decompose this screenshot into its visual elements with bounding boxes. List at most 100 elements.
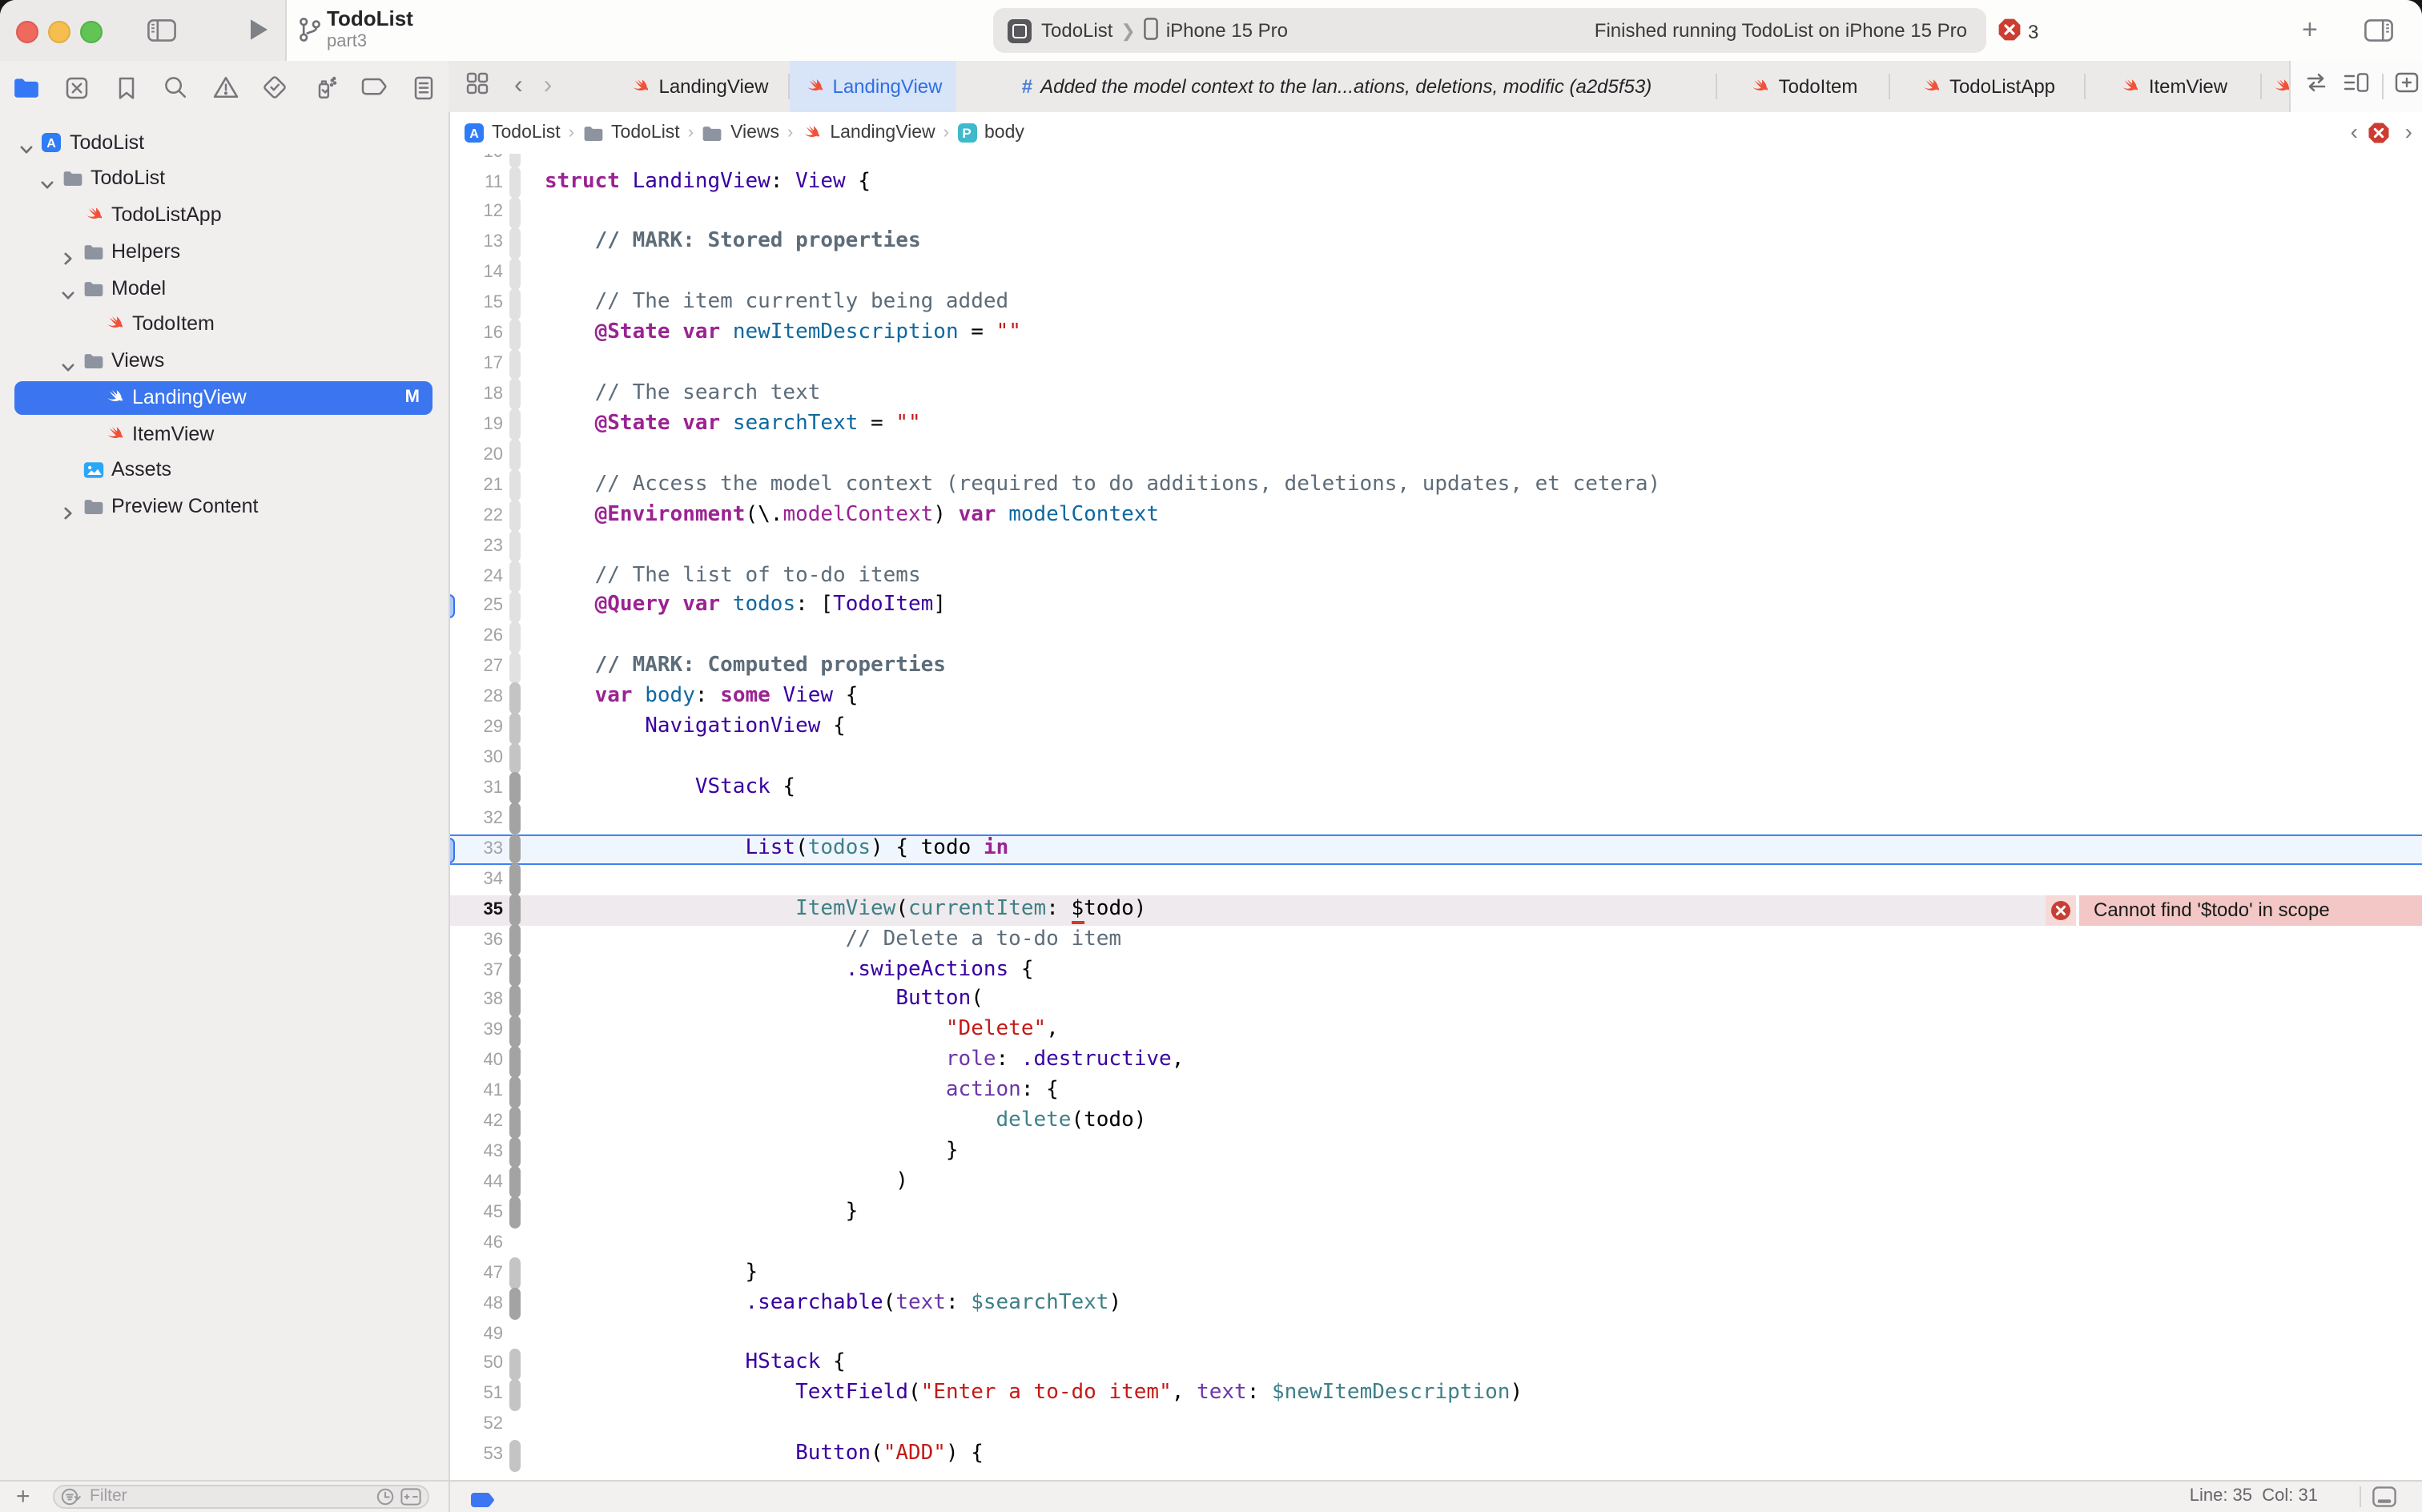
inline-error-annotation[interactable]: Cannot find '$todo' in scope <box>2076 895 2422 925</box>
code-line-40[interactable]: 40 role: .destructive, <box>450 1047 2422 1077</box>
code-line-52[interactable]: 52 <box>450 1410 2422 1441</box>
code-line-11[interactable]: 11struct LandingView: View { <box>450 167 2422 198</box>
code-line-48[interactable]: 48 .searchable(text: $searchText) <box>450 1289 2422 1319</box>
code-line-33[interactable]: 33 List(todos) { todo in <box>450 834 2422 865</box>
issue-icon[interactable] <box>2368 122 2390 152</box>
code-line-10[interactable]: 10 <box>450 154 2422 167</box>
code-line-31[interactable]: 31 VStack { <box>450 774 2422 804</box>
swap-editor-icon[interactable] <box>2303 72 2329 101</box>
code-line-32[interactable]: 32 <box>450 804 2422 834</box>
recent-filter-icon[interactable] <box>376 1488 394 1506</box>
toggle-inspector-icon[interactable] <box>2364 19 2393 50</box>
editor-options-icon[interactable] <box>2344 72 2369 101</box>
navigator-tab-issues[interactable] <box>211 74 239 101</box>
code-line-44[interactable]: 44 ) <box>450 1168 2422 1198</box>
code-line-51[interactable]: 51 TextField("Enter a to-do item", text:… <box>450 1380 2422 1410</box>
disclosure-down-icon[interactable] <box>40 172 54 187</box>
code-line-49[interactable]: 49 <box>450 1319 2422 1349</box>
breadcrumb-item-landingview[interactable]: LandingView <box>801 123 935 143</box>
sidebar-item-helpers[interactable]: Helpers <box>0 234 449 271</box>
go-back-button[interactable]: ‹ <box>514 75 523 98</box>
sidebar-item-itemview[interactable]: ItemView <box>0 416 449 452</box>
editor-tab-clipped[interactable] <box>2262 61 2291 112</box>
sidebar-item-model[interactable]: Model <box>0 270 449 307</box>
code-line-13[interactable]: 13 // MARK: Stored properties <box>450 228 2422 259</box>
code-line-34[interactable]: 34 <box>450 864 2422 895</box>
filter-input[interactable] <box>85 1487 376 1506</box>
code-line-16[interactable]: 16 @State var newItemDescription = "" <box>450 319 2422 349</box>
code-line-39[interactable]: 39 "Delete", <box>450 1016 2422 1047</box>
code-line-14[interactable]: 14 <box>450 259 2422 289</box>
error-count-badge[interactable]: 3 <box>1998 18 2038 46</box>
editor-tab-todoitem[interactable]: TodoItem <box>1717 61 1890 112</box>
inline-error-badge[interactable] <box>2046 895 2076 925</box>
code-line-23[interactable]: 23 <box>450 531 2422 561</box>
add-editor-icon[interactable] <box>2395 72 2419 101</box>
editor-tab-landingview[interactable]: LandingView <box>790 61 956 112</box>
code-line-29[interactable]: 29 NavigationView { <box>450 713 2422 743</box>
sidebar-item-todolistapp[interactable]: TodoListApp <box>0 197 449 234</box>
adjust-editor-icon[interactable] <box>2372 1486 2396 1512</box>
code-line-42[interactable]: 42 delete(todo) <box>450 1107 2422 1137</box>
editor-tab-todolistapp[interactable]: TodoListApp <box>1890 61 2086 112</box>
code-line-45[interactable]: 45 } <box>450 1198 2422 1228</box>
disclosure-down-icon[interactable] <box>19 135 34 150</box>
minimize-window-button[interactable] <box>48 21 70 43</box>
code-line-41[interactable]: 41 action: { <box>450 1076 2422 1107</box>
navigator-tab-reports[interactable] <box>410 74 437 101</box>
code-line-12[interactable]: 12 <box>450 198 2422 228</box>
go-forward-button[interactable]: › <box>544 75 553 98</box>
navigator-tab-bookmarks[interactable] <box>112 74 139 101</box>
code-line-20[interactable]: 20 <box>450 440 2422 471</box>
code-line-50[interactable]: 50 HStack { <box>450 1349 2422 1380</box>
breadcrumb-item-todolist[interactable]: ATodoList <box>465 123 561 143</box>
code-line-38[interactable]: 38 Button( <box>450 986 2422 1016</box>
code-line-46[interactable]: 46 <box>450 1228 2422 1259</box>
toggle-navigator-icon[interactable] <box>147 19 176 50</box>
run-destination[interactable]: iPhone 15 Pro <box>1166 19 1288 42</box>
breadcrumb-item-views[interactable]: Views <box>702 123 779 143</box>
disclosure-right-icon[interactable] <box>61 500 75 514</box>
code-line-47[interactable]: 47 } <box>450 1258 2422 1289</box>
filter-field[interactable] <box>53 1485 429 1508</box>
breadcrumb-item-todolist[interactable]: TodoList <box>582 123 680 143</box>
sidebar-item-views[interactable]: Views <box>0 343 449 380</box>
close-window-button[interactable] <box>16 21 38 43</box>
breadcrumb-item-body[interactable]: Pbody <box>957 123 1024 143</box>
code-line-37[interactable]: 37 .swipeActions { <box>450 955 2422 986</box>
code-line-30[interactable]: 30 <box>450 743 2422 774</box>
code-line-15[interactable]: 15 // The item currently being added <box>450 288 2422 319</box>
scheme-status-pill[interactable]: TodoList ❯ iPhone 15 Pro Finished runnin… <box>993 8 1986 53</box>
sidebar-item-todoitem[interactable]: TodoItem <box>0 307 449 344</box>
editor-tab-added-the-model-context-to-the[interactable]: #Added the model context to the lan...at… <box>956 61 1717 112</box>
sidebar-item-preview-content[interactable]: Preview Content <box>0 489 449 525</box>
navigator-tab-source-control[interactable] <box>62 74 90 101</box>
navigator-tab-find[interactable] <box>162 74 189 101</box>
code-line-25[interactable]: 25 @Query var todos: [TodoItem] <box>450 592 2422 622</box>
editor-tab-itemview[interactable]: ItemView <box>2086 61 2262 112</box>
sidebar-item-landingview[interactable]: LandingViewM <box>0 380 449 416</box>
run-button[interactable] <box>248 18 269 50</box>
sidebar-item-assets[interactable]: Assets <box>0 452 449 489</box>
scheme-name[interactable]: TodoList <box>1041 19 1112 42</box>
code-line-19[interactable]: 19 @State var searchText = "" <box>450 410 2422 440</box>
previous-issue-button[interactable]: ‹ <box>2351 122 2358 143</box>
navigator-tab-breakpoints[interactable] <box>360 74 388 101</box>
add-file-button[interactable]: + <box>16 1482 30 1512</box>
code-line-24[interactable]: 24 // The list of to-do items <box>450 561 2422 592</box>
scm-filter-icon[interactable] <box>400 1488 421 1506</box>
zoom-window-button[interactable] <box>80 21 103 43</box>
disclosure-down-icon[interactable] <box>61 354 75 368</box>
add-tab-button[interactable]: + <box>2302 14 2318 46</box>
code-line-28[interactable]: 28 var body: some View { <box>450 682 2422 713</box>
disclosure-right-icon[interactable] <box>61 245 75 259</box>
related-items-icon[interactable] <box>466 71 489 102</box>
code-line-18[interactable]: 18 // The search text <box>450 380 2422 410</box>
navigator-tab-debug[interactable] <box>311 74 338 101</box>
breakpoints-toggle[interactable] <box>469 1488 497 1512</box>
source-editor[interactable]: 1011struct LandingView: View {1213 // MA… <box>450 154 2422 1482</box>
sidebar-item-todolist[interactable]: ATodoList <box>0 124 449 161</box>
code-line-22[interactable]: 22 @Environment(\.modelContext) var mode… <box>450 501 2422 531</box>
navigator-tab-project-navigator[interactable] <box>13 74 40 101</box>
code-line-36[interactable]: 36 // Delete a to-do item <box>450 925 2422 955</box>
